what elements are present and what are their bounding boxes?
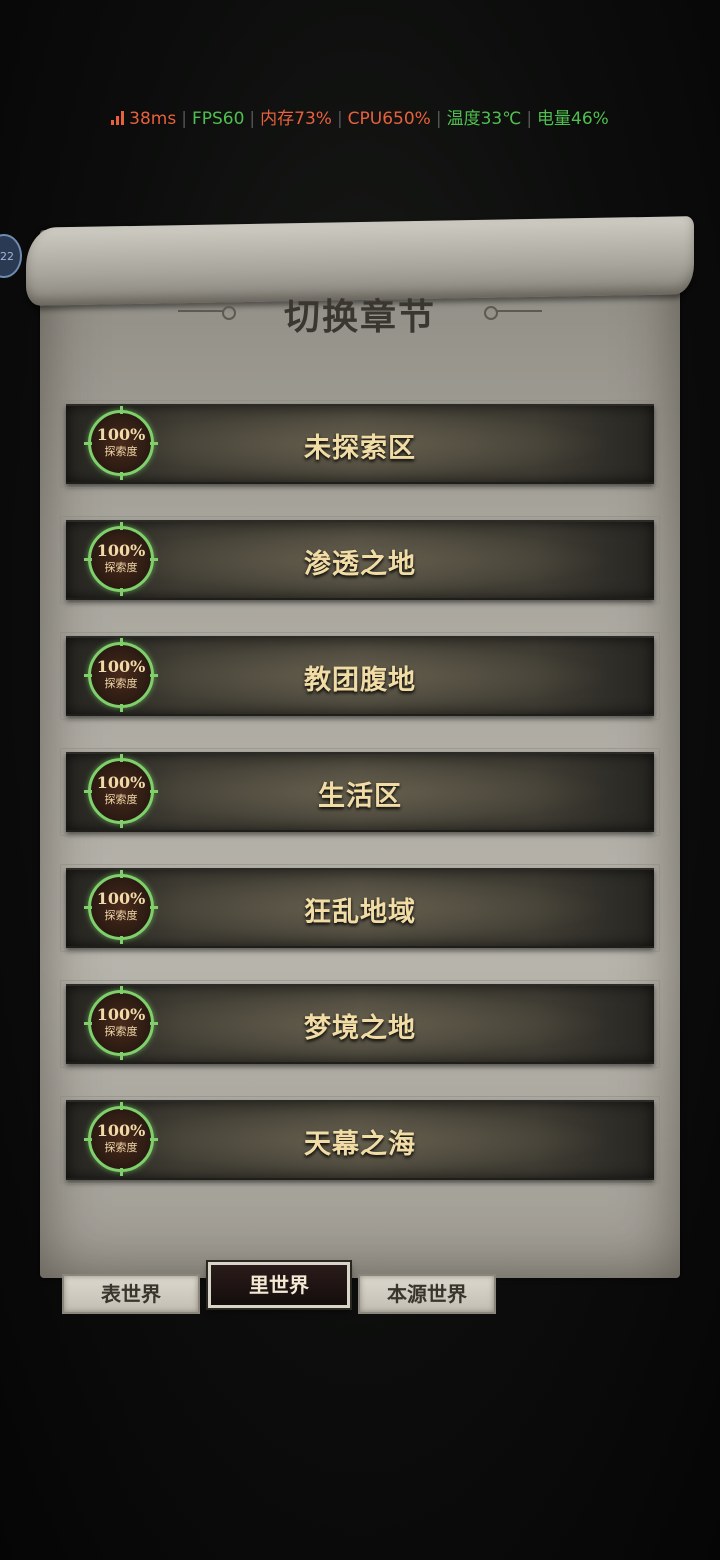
- chapter-item[interactable]: 100% 探索度 教团腹地: [60, 632, 660, 720]
- flourish-left-icon: [178, 306, 236, 320]
- chapter-name: 天幕之海: [304, 1129, 416, 1160]
- chapter-item[interactable]: 100% 探索度 狂乱地域: [60, 864, 660, 952]
- memory-stat: 内存73%: [260, 109, 332, 129]
- fps-stat: FPS60: [191, 109, 245, 129]
- chapter-item[interactable]: 100% 探索度 生活区: [60, 748, 660, 836]
- chapter-item[interactable]: 100% 探索度 渗透之地: [60, 516, 660, 604]
- signal-icon: [111, 111, 127, 125]
- chapter-list: 100% 探索度 未探索区 100% 探索度 渗透之地 100% 探索度 教团腹…: [60, 400, 660, 1216]
- chapter-item[interactable]: 100% 探索度 未探索区: [60, 400, 660, 488]
- cpu-stat: CPU650%: [347, 109, 431, 129]
- tab-inner-world[interactable]: 里世界: [208, 1262, 350, 1308]
- chapter-name: 教团腹地: [304, 665, 416, 696]
- panel-title: 切换章节: [283, 296, 436, 338]
- chapter-name: 未探索区: [304, 433, 416, 464]
- chapter-name: 狂乱地域: [304, 897, 416, 928]
- floating-assist-ball[interactable]: 22: [0, 234, 22, 278]
- chapter-item[interactable]: 100% 探索度 天幕之海: [60, 1096, 660, 1184]
- chapter-item[interactable]: 100% 探索度 梦境之地: [60, 980, 660, 1068]
- tab-surface-world[interactable]: 表世界: [62, 1274, 200, 1314]
- world-tabs: 表世界 里世界 本源世界: [62, 1262, 662, 1322]
- chapter-name: 生活区: [318, 781, 402, 812]
- flourish-right-icon: [484, 306, 542, 320]
- performance-overlay: 38ms | FPS60 | 内存73% | CPU650% | 温度33℃ | 电量46%: [0, 104, 720, 129]
- battery-stat: 电量46%: [537, 109, 609, 129]
- chapter-name: 渗透之地: [304, 549, 416, 580]
- ping-stat: 38ms: [129, 109, 177, 129]
- panel-header: 切换章节: [40, 288, 680, 340]
- temperature-stat: 温度33℃: [446, 109, 522, 129]
- tab-origin-world[interactable]: 本源世界: [358, 1274, 496, 1314]
- chapter-name: 梦境之地: [304, 1013, 416, 1044]
